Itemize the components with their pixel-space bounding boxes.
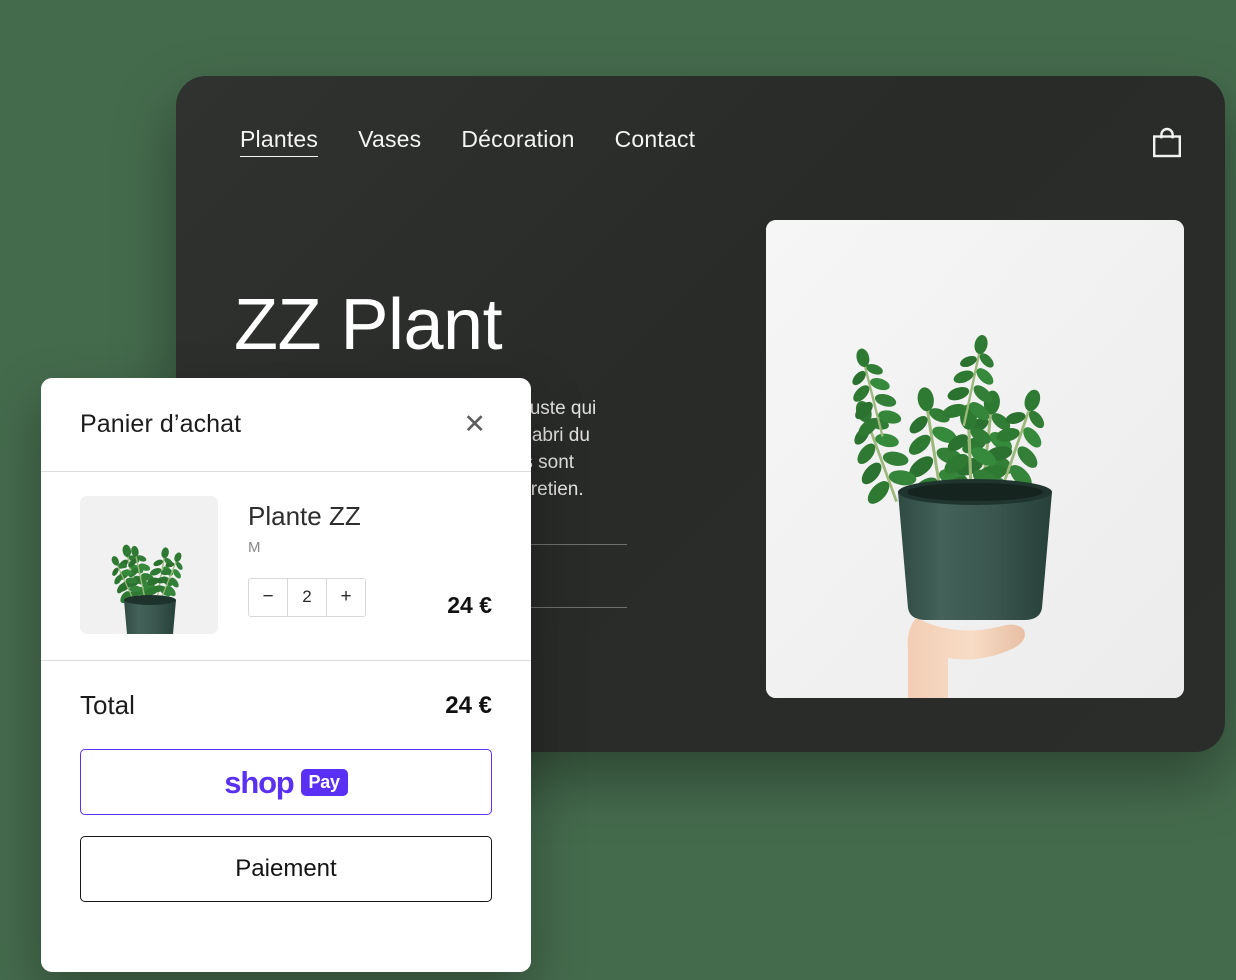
cart-button[interactable] [1145,120,1189,164]
cart-actions: shop Pay Paiement [41,727,531,902]
cart-line-item: Plante ZZ M − 2 + 24 € [41,472,531,660]
line-item-details: Plante ZZ M − 2 + [218,496,437,617]
zz-plant-photo [766,220,1184,698]
line-item-price: 24 € [447,592,492,618]
checkout-button[interactable]: Paiement [80,836,492,902]
quantity-increase-button[interactable]: + [327,578,365,616]
nav-item-vases[interactable]: Vases [358,128,421,157]
page-title: ZZ Plant [234,285,503,365]
shop-pay-badge: Pay [300,768,348,796]
shop-pay-wordmark: shop [224,764,294,800]
shopping-cart-panel: Panier d’achat ✕ Plante ZZ M − 2 + 24 € … [41,378,531,972]
cart-total-row: Total 24 € [41,661,531,727]
nav-item-plantes[interactable]: Plantes [240,128,319,157]
line-item-name: Plante ZZ [248,501,361,531]
shop-pay-button[interactable]: shop Pay [80,749,492,815]
total-label: Total [80,690,135,720]
nav-item-decoration[interactable]: Décoration [461,128,574,157]
screenshot-stage: Plantes Vases Décoration Contact ZZ Plan… [0,0,1236,980]
zz-plant-thumbnail [80,496,218,634]
cart-header: Panier d’achat ✕ [41,378,531,471]
line-item-thumbnail[interactable] [80,496,218,634]
quantity-stepper: − 2 + [248,577,366,617]
quantity-value[interactable]: 2 [287,578,327,616]
shopping-bag-icon [1153,127,1182,158]
main-navigation: Plantes Vases Décoration Contact [240,128,695,157]
quantity-decrease-button[interactable]: − [249,578,287,616]
close-icon[interactable]: ✕ [457,407,492,442]
product-image [766,220,1184,698]
total-value: 24 € [445,691,492,719]
nav-item-contact[interactable]: Contact [615,128,696,157]
line-item-variant: M [248,538,261,556]
shop-pay-logo: shop Pay [224,764,348,800]
cart-title: Panier d’achat [80,410,242,438]
